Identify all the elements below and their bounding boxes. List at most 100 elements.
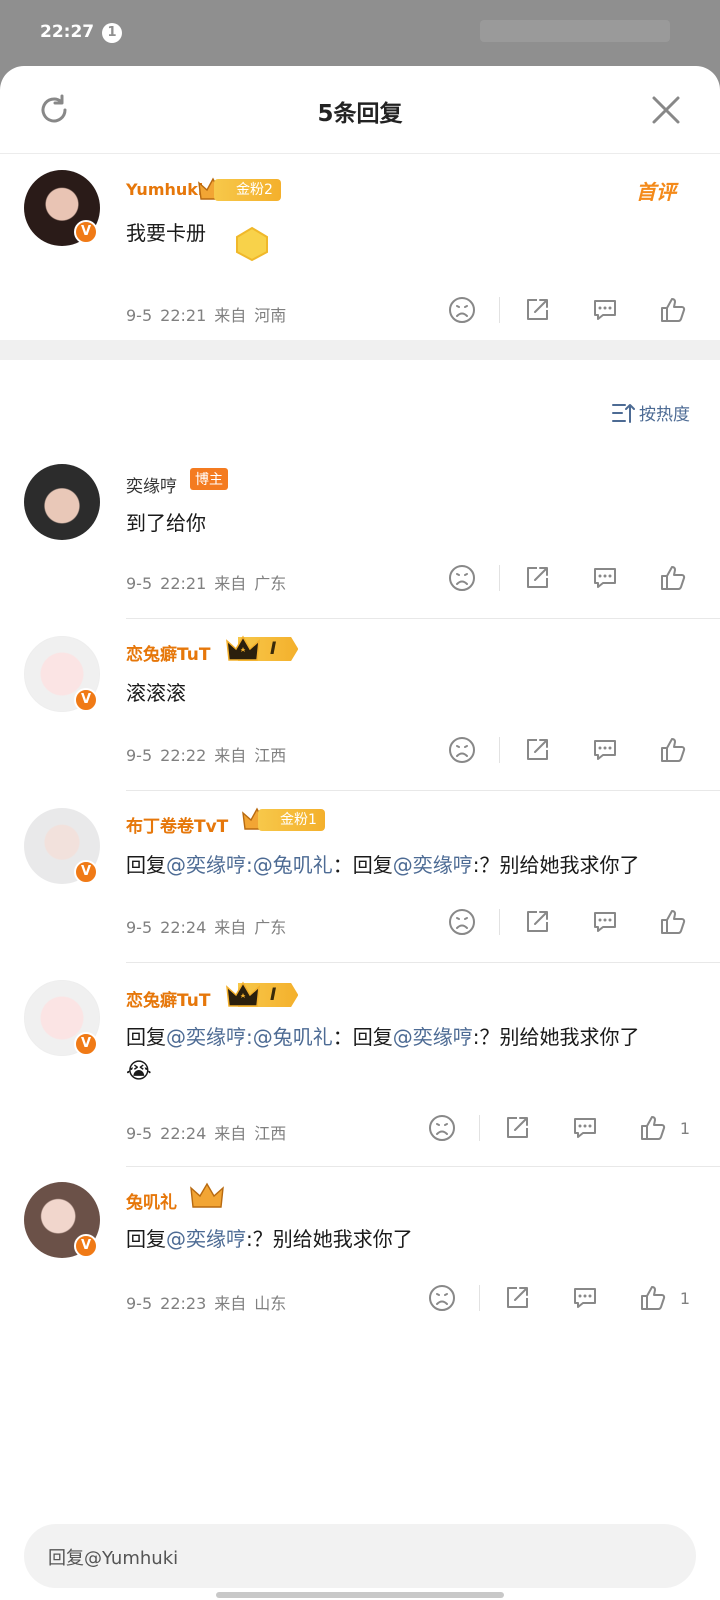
comment-actions: 1: [425, 1280, 690, 1316]
reply-button[interactable]: [588, 561, 622, 595]
dislike-button[interactable]: [425, 1111, 459, 1145]
share-icon: [506, 1287, 528, 1308]
share-button[interactable]: [500, 1111, 534, 1145]
crown-icon: [190, 1182, 224, 1208]
divider: [126, 962, 720, 963]
share-button[interactable]: [520, 293, 554, 327]
like-button[interactable]: [656, 905, 690, 939]
crown-icon: [226, 635, 260, 661]
share-icon: [527, 739, 548, 760]
comment-meta: 9-5 22:24 来自 江西: [126, 1124, 287, 1143]
comment-meta: 9-5 22:22 来自 江西: [126, 746, 287, 765]
like-count: 1: [679, 1118, 690, 1138]
share-icon: [527, 911, 548, 932]
divider: [499, 297, 500, 323]
divider: [478, 1115, 480, 1141]
mention-link[interactable]: @奕缘哼: [166, 1025, 246, 1049]
level-badge: I: [226, 981, 299, 1008]
reply-item: V 兔叽礼 回复@奕缘哼:？别给她我求你了 9-5 22:23 来自 山东 1: [0, 1170, 720, 1340]
crown-badge: [190, 1182, 224, 1208]
comment-text: 我要卡册: [126, 221, 206, 245]
mention-link[interactable]: @兔叽礼: [253, 853, 333, 877]
sort-button[interactable]: 按热度: [611, 400, 690, 425]
reply-button[interactable]: [588, 733, 622, 767]
reply-item: V 布丁卷卷TvT 金粉1 回复@奕缘哼:@兔叽礼：回复@奕缘哼:？别给她我求你…: [0, 794, 720, 963]
notification-count-icon: 1: [102, 23, 122, 43]
comment-icon: [573, 1288, 596, 1308]
thumbs-up-icon: [661, 910, 686, 934]
like-button[interactable]: [656, 733, 690, 767]
sort-icon: [612, 403, 635, 423]
root-comment: V Yumhuki 金粉2 首评 我要卡册 9-5 22:21 来自 河南: [0, 154, 720, 340]
frown-icon: [449, 565, 475, 591]
frown-icon: [449, 297, 475, 323]
share-button[interactable]: [520, 905, 554, 939]
like-button[interactable]: [636, 1281, 670, 1315]
home-indicator[interactable]: [216, 1592, 504, 1598]
mention-link[interactable]: @奕缘哼: [166, 1227, 246, 1251]
mention-link[interactable]: @奕缘哼: [393, 853, 473, 877]
thumbs-up-icon: [640, 1286, 665, 1310]
replies-sheet: 5条回复 V Yumhuki 金粉2 首评 我要卡册 9-5 22:21 来自 河南: [0, 66, 720, 1600]
divider: [126, 618, 720, 619]
dislike-button[interactable]: [445, 293, 479, 327]
reply-button[interactable]: [568, 1281, 602, 1315]
reply-input[interactable]: 回复@Yumhuki: [24, 1524, 696, 1588]
username[interactable]: Yumhuki: [126, 180, 203, 199]
reply-button[interactable]: [588, 905, 622, 939]
divider: [126, 790, 720, 791]
close-icon: [652, 96, 680, 124]
reply-button[interactable]: [568, 1111, 602, 1145]
comment-icon: [594, 912, 616, 932]
like-button[interactable]: [656, 561, 690, 595]
sheet-header: 5条回复: [0, 66, 720, 154]
section-separator: [0, 340, 720, 360]
username[interactable]: 布丁卷卷TvT: [126, 812, 228, 837]
divider: [499, 737, 500, 763]
divider: [499, 565, 500, 591]
username[interactable]: 恋兔癖TuT: [126, 640, 210, 665]
mention-link[interactable]: @兔叽礼: [253, 1025, 333, 1049]
crown-icon: [226, 981, 260, 1007]
thumbs-up-icon: [661, 738, 686, 762]
dislike-button[interactable]: [445, 733, 479, 767]
comment-meta: 9-5 22:24 来自 广东: [126, 918, 287, 937]
like-button[interactable]: [636, 1111, 670, 1145]
comment-text: 滚滚滚: [126, 681, 186, 705]
comment-icon: [594, 300, 616, 320]
mention-link[interactable]: @奕缘哼: [393, 1025, 473, 1049]
comment-text: 到了给你: [126, 511, 206, 535]
sheet-title: 5条回复: [317, 101, 403, 127]
level-badge: I: [226, 635, 299, 662]
share-button[interactable]: [520, 733, 554, 767]
reply-button[interactable]: [588, 293, 622, 327]
reply-input-placeholder: 回复@Yumhuki: [48, 1548, 179, 1569]
dislike-button[interactable]: [425, 1281, 459, 1315]
avatar[interactable]: [24, 464, 100, 540]
username[interactable]: 奕缘哼: [126, 472, 177, 497]
dislike-button[interactable]: [445, 905, 479, 939]
close-button[interactable]: [646, 90, 686, 130]
share-button[interactable]: [500, 1281, 534, 1315]
share-icon: [506, 1117, 528, 1138]
comment-icon: [594, 568, 616, 588]
frown-icon: [449, 737, 475, 763]
reply-item: V 恋兔癖TuT I 回复@奕缘哼:@兔叽礼：回复@奕缘哼:？别给她我求你了 😭…: [0, 968, 720, 1168]
username[interactable]: 恋兔癖TuT: [126, 986, 210, 1011]
comment-actions: [445, 732, 690, 768]
comment-icon: [573, 1118, 596, 1138]
divider: [478, 1285, 480, 1311]
dislike-button[interactable]: [445, 561, 479, 595]
status-bar: 22:27 1: [0, 0, 720, 66]
verified-icon: V: [74, 1234, 98, 1258]
like-button[interactable]: [656, 293, 690, 327]
comment-actions: [445, 904, 690, 940]
username[interactable]: 兔叽礼: [126, 1188, 177, 1213]
divider: [499, 909, 500, 935]
reply-item: V 恋兔癖TuT I 滚滚滚 9-5 22:22 来自 江西: [0, 622, 720, 791]
comment-meta: 9-5 22:23 来自 山东: [126, 1294, 287, 1313]
mention-link[interactable]: @奕缘哼: [166, 853, 246, 877]
sort-label: 按热度: [639, 405, 690, 425]
thumbs-up-icon: [661, 566, 686, 590]
share-button[interactable]: [520, 561, 554, 595]
